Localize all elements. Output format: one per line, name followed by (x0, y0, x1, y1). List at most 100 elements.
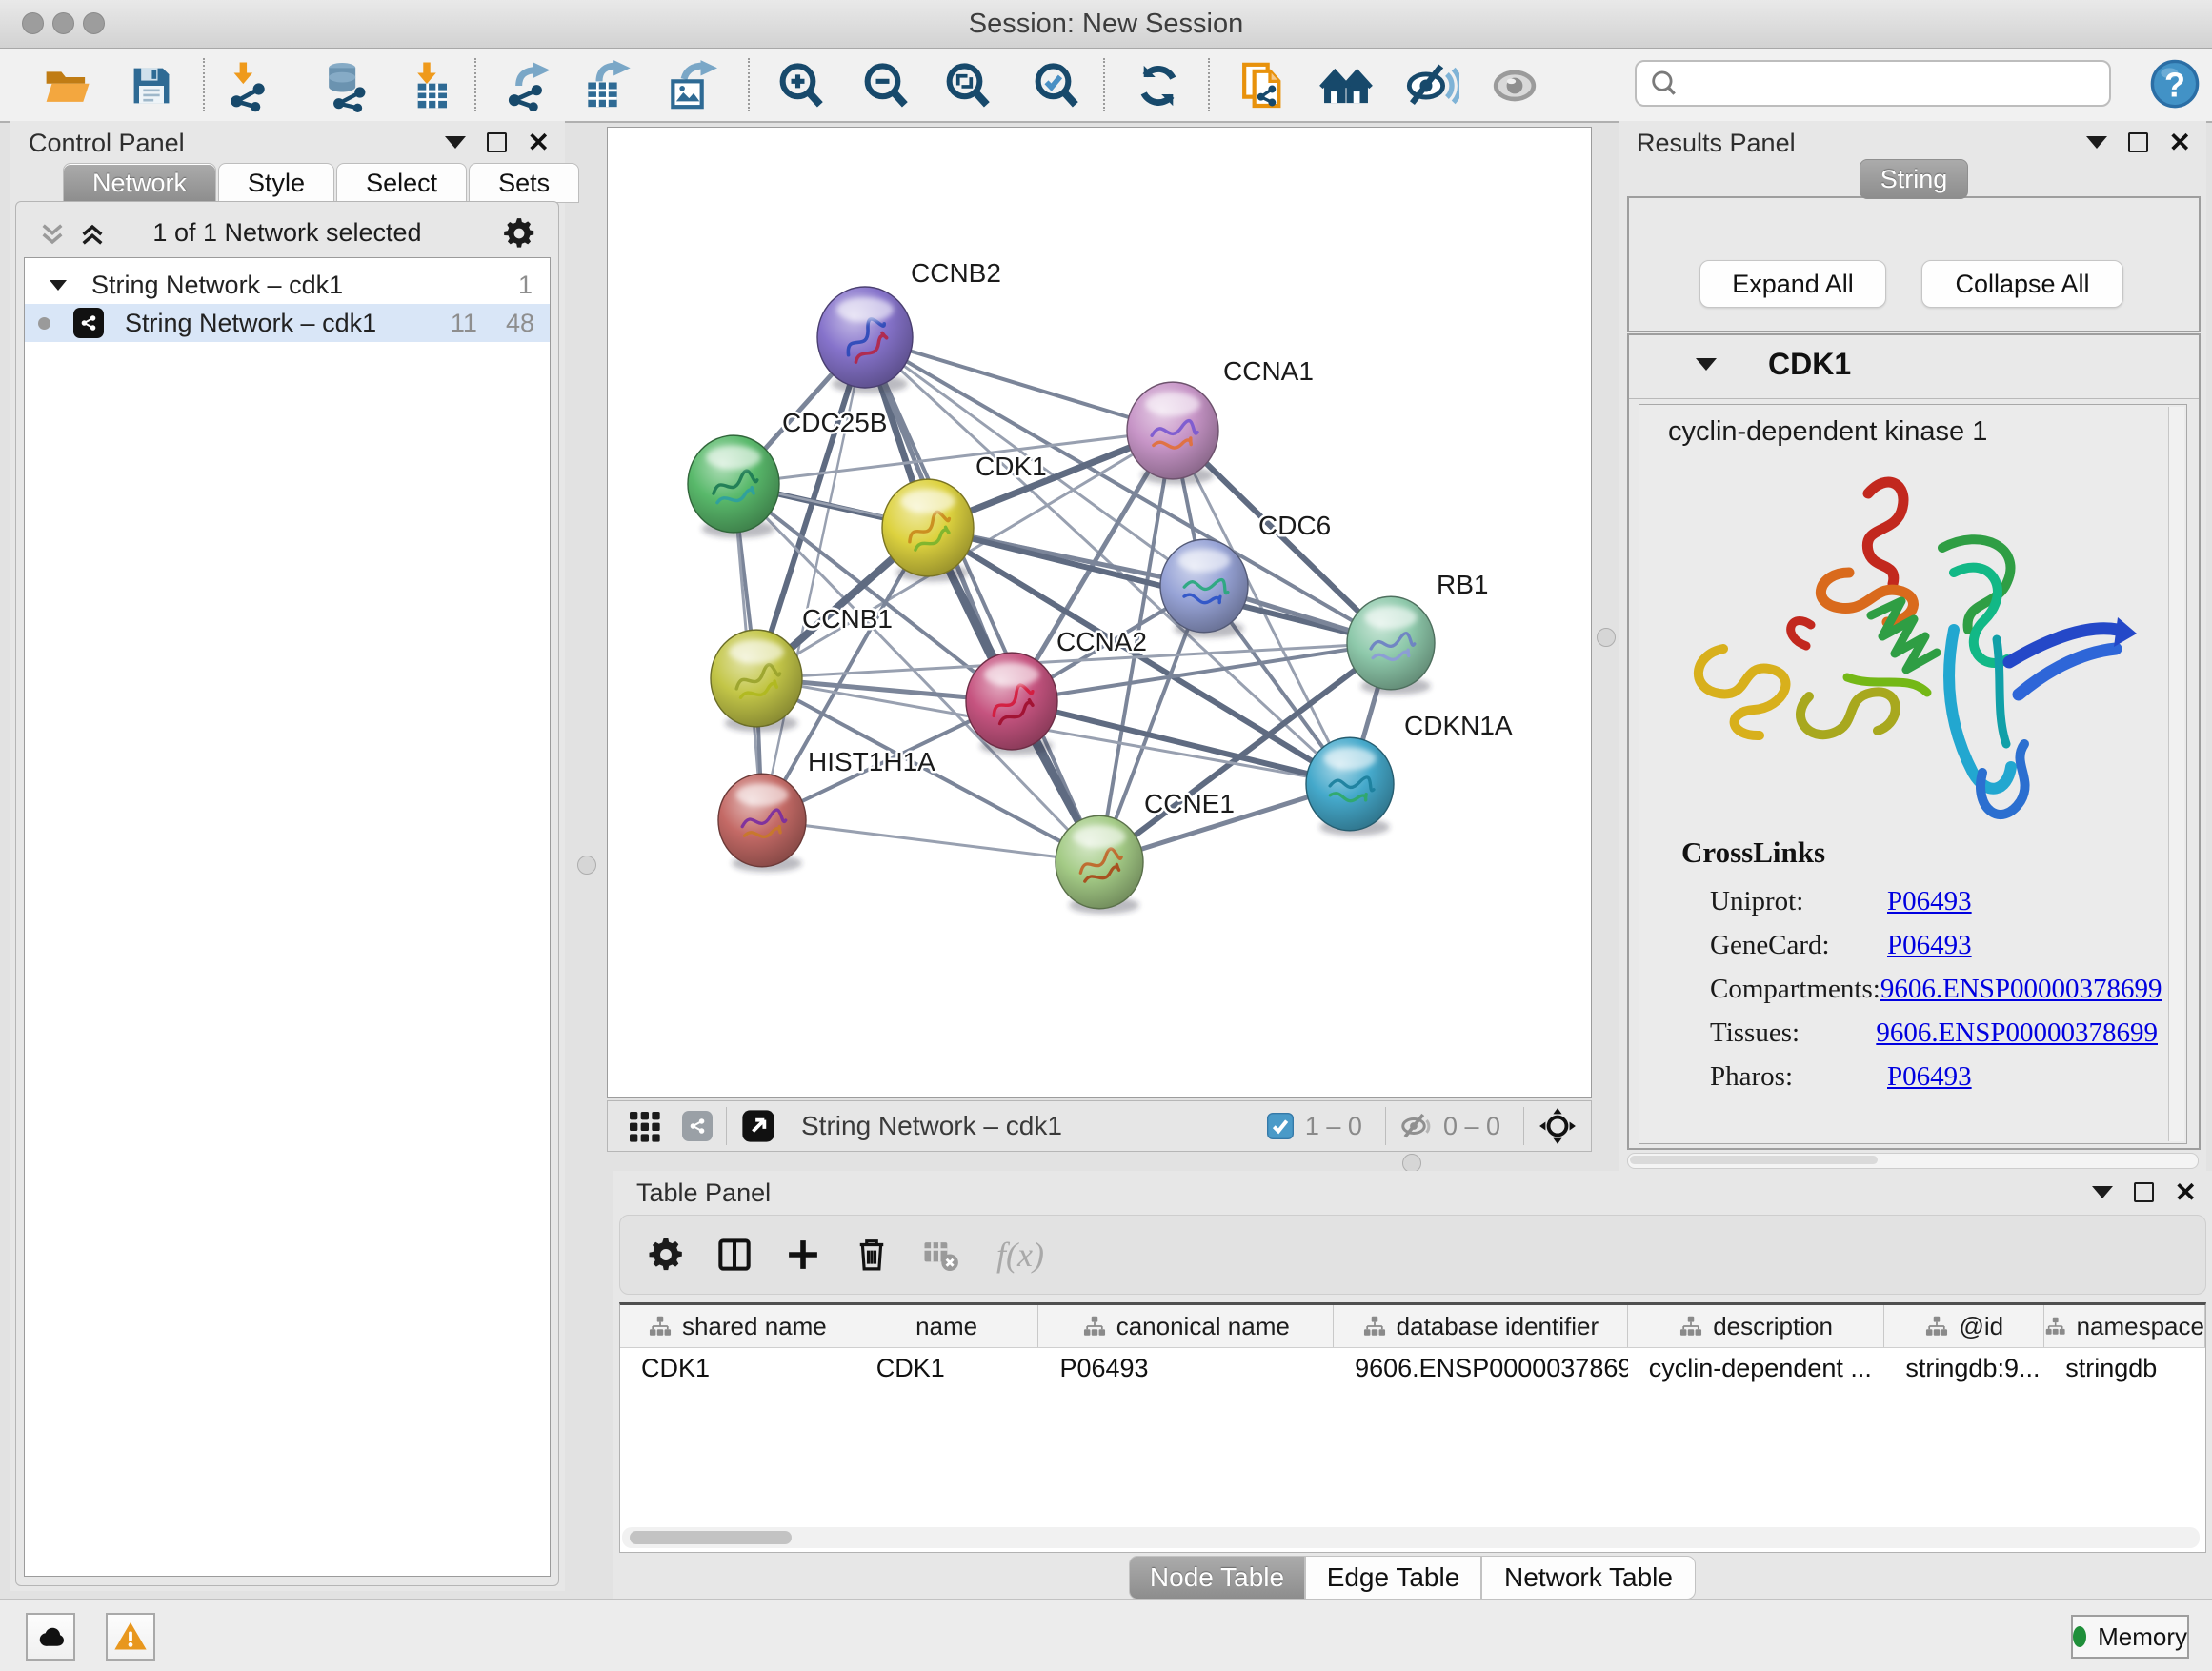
import-network-file-button[interactable] (218, 56, 277, 115)
results-panel-menu-icon[interactable] (2086, 136, 2107, 149)
control-panel-close-icon[interactable]: ✕ (528, 133, 550, 152)
grid-view-icon[interactable] (625, 1107, 663, 1145)
memory-button[interactable]: Memory (2071, 1615, 2189, 1659)
table-panel-close-icon[interactable]: ✕ (2175, 1183, 2197, 1202)
graph-node-CCNB1[interactable] (711, 630, 802, 733)
crosslink-link[interactable]: 9606.ENSP00000378699 (1880, 974, 2162, 1005)
results-panel-close-icon[interactable]: ✕ (2169, 133, 2191, 152)
network-collection-row[interactable]: String Network – cdk1 1 (25, 266, 550, 304)
network-row-selected[interactable]: String Network – cdk1 11 48 (25, 304, 550, 342)
collapse-all-button[interactable]: Collapse All (1921, 260, 2123, 308)
eye-button[interactable] (1485, 56, 1544, 115)
export-image-button[interactable] (661, 56, 720, 115)
crosslink-link[interactable]: P06493 (1887, 930, 1972, 961)
function-builder-button[interactable]: f(x) (975, 1235, 1066, 1275)
string-import-button[interactable] (1234, 56, 1293, 115)
column-header-database-identifier[interactable]: database identifier (1334, 1305, 1628, 1347)
table-cell[interactable]: P06493 (1038, 1348, 1334, 1388)
control-panel-float-icon[interactable] (487, 132, 507, 152)
tab-style[interactable]: Style (218, 163, 334, 203)
table-cell[interactable]: stringdb:9... (1884, 1348, 2044, 1388)
import-network-database-button[interactable] (318, 56, 377, 115)
toolbar-separator (1523, 1107, 1524, 1145)
selected-nodes-icon[interactable] (1265, 1111, 1296, 1141)
hide-unhide-button[interactable] (1402, 56, 1461, 115)
crosslink-link[interactable]: 9606.ENSP00000378699 (1876, 1017, 2158, 1049)
network-share-icon[interactable] (682, 1111, 713, 1141)
cloud-status-button[interactable] (26, 1613, 75, 1661)
tab-network-table[interactable]: Network Table (1481, 1556, 1696, 1600)
graph-node-CCNA1[interactable] (1127, 382, 1218, 485)
scrollbar-thumb[interactable] (630, 1531, 792, 1544)
collection-count: 1 (518, 271, 533, 300)
table-cell[interactable]: cyclin-dependent ... (1628, 1348, 1885, 1388)
crosslink-link[interactable]: P06493 (1887, 1061, 1972, 1093)
open-session-button[interactable] (37, 56, 96, 115)
bottom-splitter-handle[interactable] (1402, 1154, 1421, 1173)
table-cell[interactable]: CDK1 (855, 1348, 1039, 1388)
main-toolbar: ? (0, 49, 2212, 123)
expand-all-button[interactable]: Expand All (1699, 260, 1886, 308)
tab-edge-table[interactable]: Edge Table (1305, 1556, 1481, 1600)
table-cell[interactable]: CDK1 (620, 1348, 855, 1388)
tab-select[interactable]: Select (336, 163, 467, 203)
table-settings-button[interactable] (632, 1235, 700, 1275)
string-home-button[interactable] (1317, 56, 1376, 115)
tab-node-table[interactable]: Node Table (1129, 1556, 1305, 1600)
gene-collapse-icon[interactable] (1696, 358, 1717, 371)
network-canvas[interactable]: CCNB2CCNA1CDC25BCDK1CDC6RB1CCNB1CCNA2CDK… (607, 127, 1592, 1098)
network-graph[interactable]: CCNB2CCNA1CDC25BCDK1CDC6RB1CCNB1CCNA2CDK… (608, 128, 1591, 1097)
right-splitter-handle[interactable] (1597, 628, 1616, 647)
graph-node-CDKN1A[interactable] (1306, 737, 1394, 836)
zoom-fit-button[interactable] (938, 56, 997, 115)
column-header-shared-name[interactable]: shared name (620, 1305, 855, 1347)
zoom-selected-button[interactable] (1027, 56, 1086, 115)
gene-details-scrollbar[interactable] (2168, 407, 2184, 1141)
control-panel-menu-icon[interactable] (445, 136, 466, 149)
create-column-button[interactable] (769, 1235, 837, 1275)
search-field[interactable] (1635, 60, 2111, 107)
move-crosshair-icon[interactable] (1538, 1106, 1578, 1146)
graph-node-CCNE1[interactable] (1056, 815, 1143, 914)
birds-eye-view-icon[interactable] (740, 1108, 776, 1144)
table-panel-float-icon[interactable] (2134, 1182, 2154, 1202)
crosslink-link[interactable]: P06493 (1887, 886, 1972, 917)
save-session-button[interactable] (122, 56, 181, 115)
column-header--id[interactable]: @id (1884, 1305, 2044, 1347)
hidden-items-icon[interactable] (1399, 1109, 1434, 1143)
tree-expand-icon[interactable] (50, 280, 67, 291)
results-horizontal-scrollbar[interactable] (1627, 1153, 2199, 1169)
table-cell[interactable]: 9606.ENSP00000378699 (1334, 1348, 1628, 1388)
delete-table-button[interactable] (906, 1234, 975, 1276)
tab-string[interactable]: String (1860, 159, 1968, 199)
tab-sets[interactable]: Sets (469, 163, 579, 203)
zoom-out-button[interactable] (856, 56, 915, 115)
column-header-name[interactable]: name (855, 1305, 1039, 1347)
export-table-button[interactable] (576, 56, 635, 115)
refresh-button[interactable] (1129, 56, 1188, 115)
graph-node-RB1[interactable] (1347, 596, 1435, 695)
delete-column-button[interactable] (837, 1235, 906, 1275)
table-cell[interactable]: stringdb (2044, 1348, 2205, 1388)
results-panel-float-icon[interactable] (2128, 132, 2148, 152)
graph-node-CDC25B[interactable] (688, 435, 779, 538)
export-network-button[interactable] (498, 56, 557, 115)
warning-status-button[interactable] (106, 1613, 155, 1661)
table-panel-menu-icon[interactable] (2092, 1186, 2113, 1198)
scrollbar-thumb[interactable] (1630, 1156, 1878, 1164)
search-input[interactable] (1680, 68, 2084, 99)
gene-section-header[interactable]: CDK1 (1629, 335, 2199, 399)
tab-network[interactable]: Network (63, 163, 216, 203)
graph-node-HIST1H1A[interactable] (718, 774, 806, 872)
column-header-description[interactable]: description (1628, 1305, 1885, 1347)
column-header-canonical-name[interactable]: canonical name (1038, 1305, 1334, 1347)
column-header-namespace[interactable]: namespace (2044, 1305, 2205, 1347)
zoom-in-button[interactable] (772, 56, 831, 115)
gear-icon[interactable] (501, 215, 537, 252)
table-row[interactable]: CDK1CDK1P064939606.ENSP00000378699cyclin… (620, 1348, 2205, 1388)
left-splitter-handle[interactable] (577, 856, 596, 875)
show-columns-button[interactable] (700, 1234, 769, 1276)
import-table-button[interactable] (397, 56, 456, 115)
help-button[interactable]: ? (2145, 54, 2204, 113)
table-horizontal-scrollbar[interactable] (622, 1527, 2200, 1548)
